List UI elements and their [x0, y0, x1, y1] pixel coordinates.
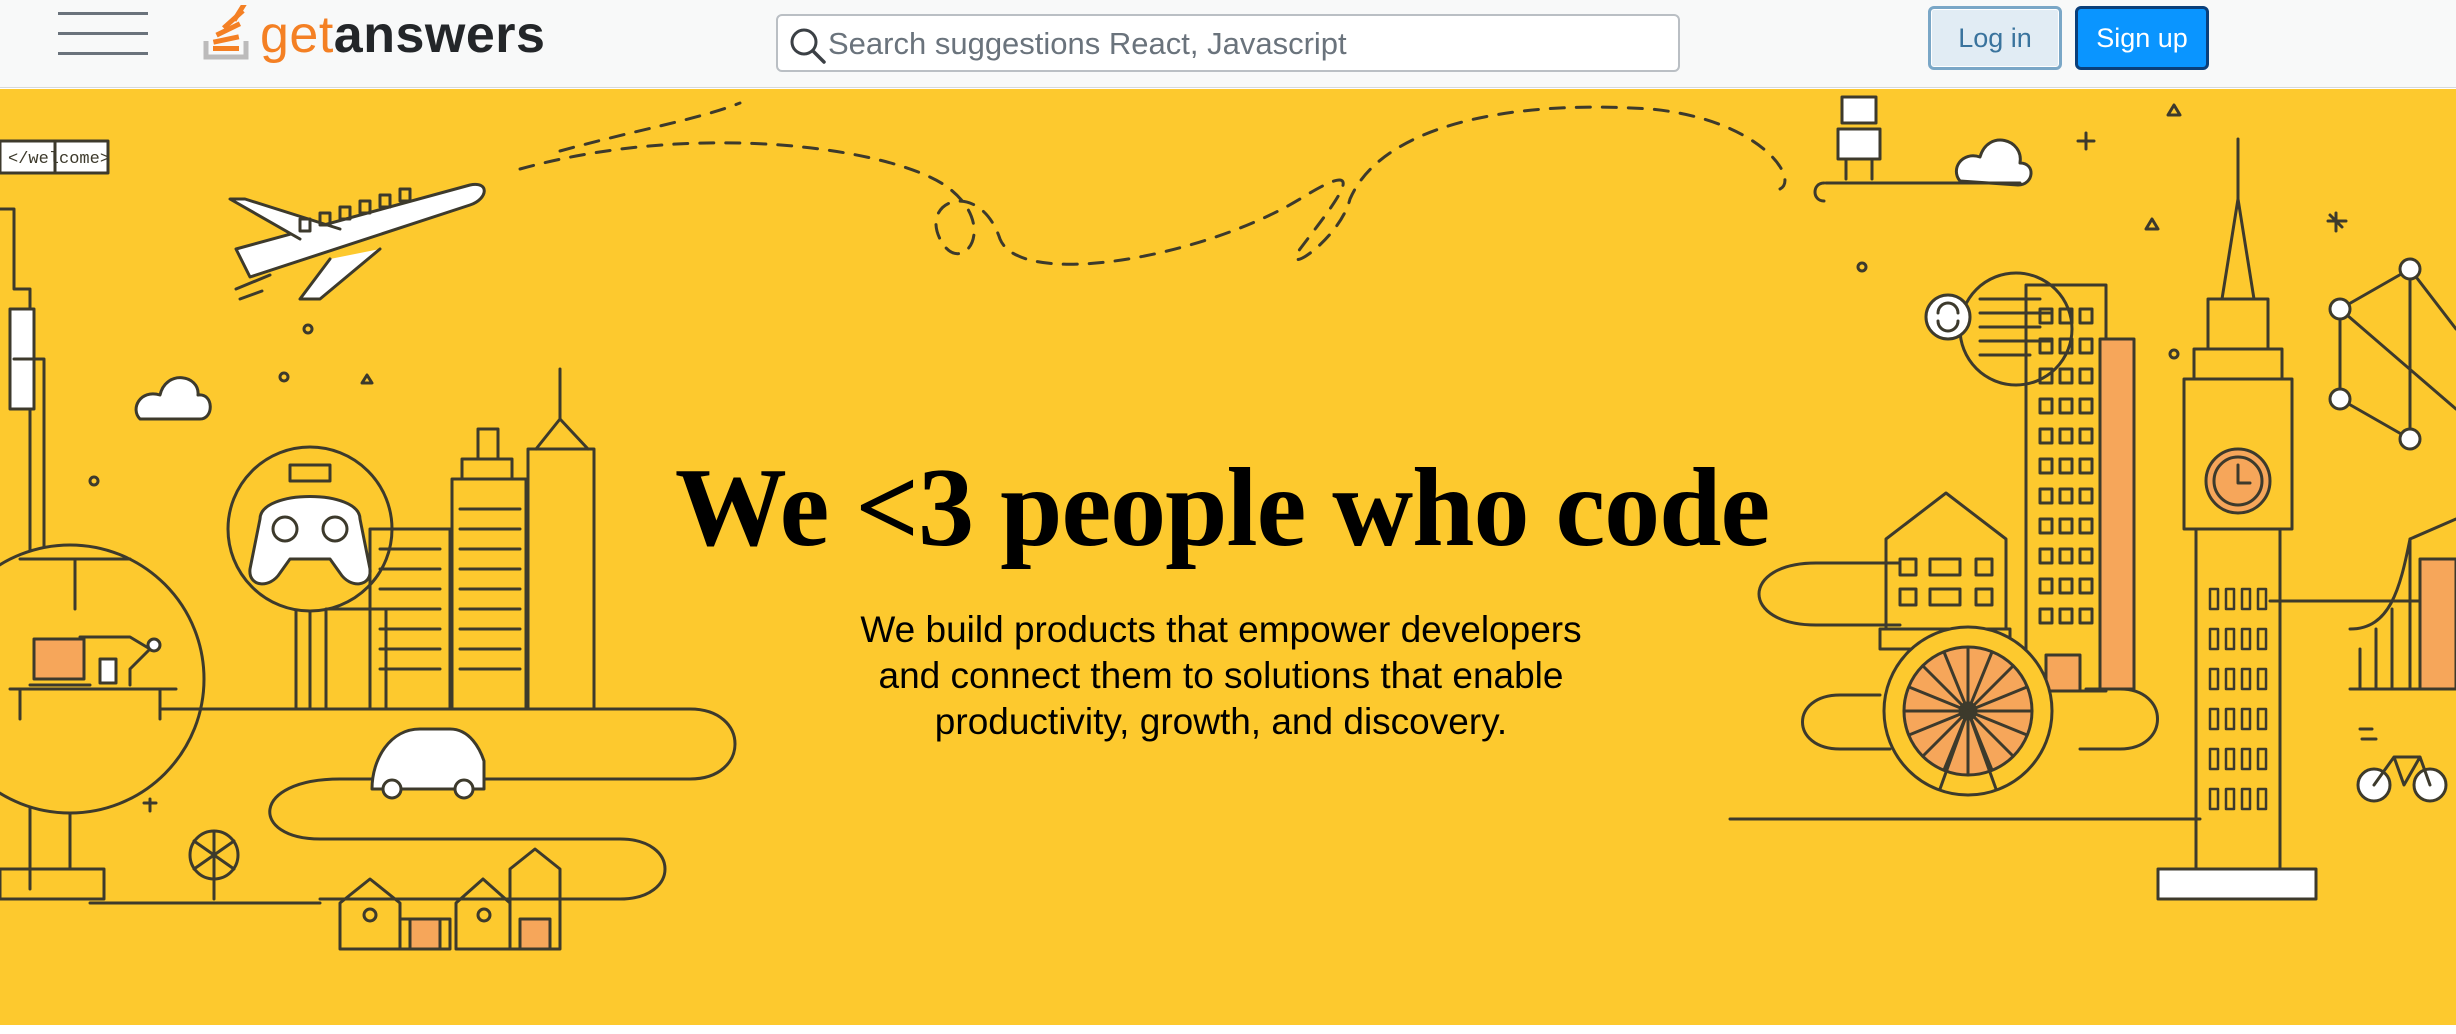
search-box[interactable] [776, 14, 1680, 72]
site-logo[interactable]: getanswers [200, 0, 545, 70]
signup-button[interactable]: Sign up [2075, 6, 2209, 70]
dashed-flight-path [518, 105, 1787, 266]
hero-title: We <3 people who code [674, 446, 1770, 571]
road [1757, 561, 1902, 627]
menu-line [58, 32, 148, 35]
airplane-icon [228, 182, 486, 301]
top-navigation-bar: getanswers Log in Sign up [0, 0, 2456, 88]
bicycle-icon [2356, 727, 2448, 803]
cloud-icon [1954, 138, 2033, 187]
road [1801, 693, 1892, 751]
menu-line [58, 12, 148, 15]
stack-logo-icon [203, 5, 249, 60]
page-bottom-edge [0, 1025, 2456, 1034]
cloud-icon [134, 376, 212, 421]
tree-icon [88, 829, 322, 905]
hero-banner: </welcome> We <3 people who code We buil… [0, 89, 2456, 1025]
road [2078, 687, 2159, 751]
search-icon [790, 28, 826, 64]
login-button[interactable]: Log in [1928, 6, 2062, 70]
brand-name: getanswers [260, 9, 545, 61]
car-icon [370, 727, 486, 800]
welcome-sign-text: </welcome> [8, 150, 110, 169]
hamburger-menu-icon[interactable] [58, 10, 148, 58]
hero-subtitle: We build products that empower developer… [860, 609, 1582, 742]
search-input[interactable] [826, 20, 1670, 68]
network-icon [2328, 257, 2456, 451]
brand-suffix: answers [333, 6, 546, 64]
desk-circle [0, 543, 206, 815]
brand-prefix: get [260, 6, 334, 64]
menu-line [58, 52, 148, 55]
